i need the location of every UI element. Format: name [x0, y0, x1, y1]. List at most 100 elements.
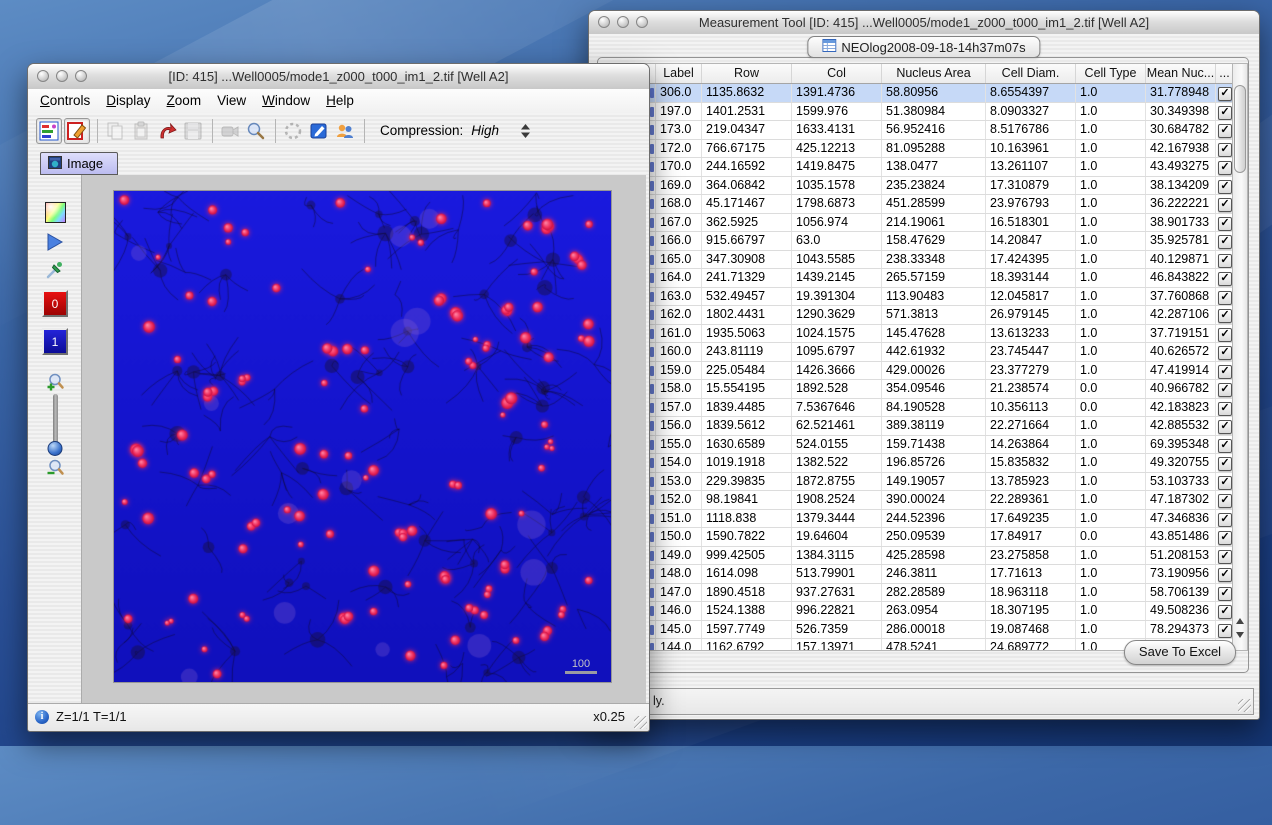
column-header[interactable]: Cell Diam. — [986, 64, 1076, 83]
table-cell[interactable]: 170.0 — [656, 158, 702, 176]
close-button[interactable] — [598, 16, 610, 28]
column-header[interactable]: Mean Nuc... — [1146, 64, 1216, 83]
table-row[interactable]: 145.01597.7749526.7359286.0001819.087468… — [601, 621, 1247, 640]
table-cell[interactable]: 1135.8632 — [702, 84, 792, 102]
table-cell[interactable]: 238.33348 — [882, 251, 986, 269]
row-checkbox[interactable]: ✓ — [1218, 235, 1232, 249]
table-row[interactable]: 150.01590.782219.64604250.0953917.849170… — [601, 528, 1247, 547]
vertical-scrollbar[interactable] — [1232, 64, 1247, 650]
table-cell[interactable]: 1019.1918 — [702, 454, 792, 472]
table-cell[interactable]: 149.19057 — [882, 473, 986, 491]
resize-grip[interactable] — [1238, 699, 1251, 712]
table-cell[interactable]: 17.649235 — [986, 510, 1076, 528]
row-checkbox[interactable]: ✓ — [1218, 143, 1232, 157]
table-cell[interactable]: 532.49457 — [702, 288, 792, 306]
edit-icon[interactable] — [307, 119, 331, 143]
scroll-up-arrow[interactable] — [1236, 618, 1244, 624]
row-checkbox[interactable]: ✓ — [1218, 106, 1232, 120]
table-cell[interactable]: 49.320755 — [1146, 454, 1216, 472]
table-row[interactable]: 149.0999.425051384.3115425.2859823.27585… — [601, 547, 1247, 566]
resize-grip[interactable] — [634, 716, 647, 729]
row-checkbox[interactable]: ✓ — [1218, 198, 1232, 212]
table-row[interactable]: 160.0243.811191095.6797442.6193223.74544… — [601, 343, 1247, 362]
table-row[interactable]: 155.01630.6589524.0155159.7143814.263864… — [601, 436, 1247, 455]
table-row[interactable]: 159.0225.054841426.3666429.0002623.37727… — [601, 362, 1247, 381]
table-cell[interactable]: 23.275858 — [986, 547, 1076, 565]
table-cell[interactable]: 364.06842 — [702, 177, 792, 195]
undo-icon[interactable] — [155, 119, 179, 143]
table-cell[interactable]: 17.84917 — [986, 528, 1076, 546]
table-cell[interactable]: 173.0 — [656, 121, 702, 139]
table-cell[interactable]: 1630.6589 — [702, 436, 792, 454]
table-cell[interactable]: 46.843822 — [1146, 269, 1216, 287]
table-cell[interactable]: 40.626572 — [1146, 343, 1216, 361]
table-cell[interactable]: 1590.7822 — [702, 528, 792, 546]
table-cell[interactable]: 7.5367646 — [792, 399, 882, 417]
menu-help[interactable]: Help — [318, 89, 362, 113]
table-cell[interactable]: 1.0 — [1076, 84, 1146, 102]
table-cell[interactable]: 1162.6792 — [702, 639, 792, 651]
menu-zoom[interactable]: Zoom — [159, 89, 210, 113]
table-cell[interactable]: 265.57159 — [882, 269, 986, 287]
row-checkbox[interactable]: ✓ — [1218, 420, 1232, 434]
users-icon[interactable] — [333, 119, 357, 143]
table-cell[interactable]: 1.0 — [1076, 214, 1146, 232]
column-header[interactable]: Row — [702, 64, 792, 83]
table-cell[interactable]: 144.0 — [656, 639, 702, 651]
table-row[interactable]: 154.01019.19181382.522196.8572615.835832… — [601, 454, 1247, 473]
table-cell[interactable]: 1.0 — [1076, 565, 1146, 583]
table-cell[interactable]: 1.0 — [1076, 343, 1146, 361]
column-header[interactable]: Cell Type — [1076, 64, 1146, 83]
table-cell[interactable]: 152.0 — [656, 491, 702, 509]
table-cell[interactable]: 263.0954 — [882, 602, 986, 620]
zoom-slider-track[interactable] — [53, 394, 58, 452]
save-to-excel-button[interactable]: Save To Excel — [1124, 640, 1236, 665]
table-cell[interactable]: 145.47628 — [882, 325, 986, 343]
table-cell[interactable]: 1.0 — [1076, 602, 1146, 620]
table-cell[interactable]: 1118.838 — [702, 510, 792, 528]
table-cell[interactable]: 243.81119 — [702, 343, 792, 361]
table-cell[interactable]: 35.925781 — [1146, 232, 1216, 250]
close-button[interactable] — [37, 70, 49, 82]
table-cell[interactable]: 1.0 — [1076, 269, 1146, 287]
table-cell[interactable]: 37.719151 — [1146, 325, 1216, 343]
table-cell[interactable]: 163.0 — [656, 288, 702, 306]
table-cell[interactable]: 1614.098 — [702, 565, 792, 583]
table-cell[interactable]: 148.0 — [656, 565, 702, 583]
row-checkbox[interactable]: ✓ — [1218, 568, 1232, 582]
table-cell[interactable]: 47.346836 — [1146, 510, 1216, 528]
table-cell[interactable]: 347.30908 — [702, 251, 792, 269]
table-cell[interactable]: 98.19841 — [702, 491, 792, 509]
table-cell[interactable]: 62.521461 — [792, 417, 882, 435]
table-cell[interactable]: 1419.8475 — [792, 158, 882, 176]
table-cell[interactable]: 1379.3444 — [792, 510, 882, 528]
table-cell[interactable]: 78.294373 — [1146, 621, 1216, 639]
table-cell[interactable]: 31.778948 — [1146, 84, 1216, 102]
row-checkbox[interactable]: ✓ — [1218, 531, 1232, 545]
table-row[interactable]: 156.01839.561262.521461389.3811922.27166… — [601, 417, 1247, 436]
table-cell[interactable]: 1.0 — [1076, 473, 1146, 491]
table-cell[interactable]: 1798.6873 — [792, 195, 882, 213]
scroll-down-arrow[interactable] — [1236, 632, 1244, 638]
table-cell[interactable]: 354.09546 — [882, 380, 986, 398]
table-cell[interactable]: 51.208153 — [1146, 547, 1216, 565]
table-cell[interactable]: 159.71438 — [882, 436, 986, 454]
table-cell[interactable]: 43.851486 — [1146, 528, 1216, 546]
table-cell[interactable]: 1524.1388 — [702, 602, 792, 620]
table-cell[interactable]: 16.518301 — [986, 214, 1076, 232]
table-cell[interactable]: 14.263864 — [986, 436, 1076, 454]
table-cell[interactable]: 18.307195 — [986, 602, 1076, 620]
table-cell[interactable]: 166.0 — [656, 232, 702, 250]
table-cell[interactable]: 0.0 — [1076, 528, 1146, 546]
measurement-titlebar[interactable]: Measurement Tool [ID: 415] ...Well0005/m… — [589, 11, 1259, 35]
table-cell[interactable]: 162.0 — [656, 306, 702, 324]
table-cell[interactable]: 42.885532 — [1146, 417, 1216, 435]
table-cell[interactable]: 42.167938 — [1146, 140, 1216, 158]
table-row[interactable]: 151.01118.8381379.3444244.5239617.649235… — [601, 510, 1247, 529]
menu-view[interactable]: View — [209, 89, 254, 113]
channel-1-button[interactable]: 1 — [32, 328, 78, 355]
table-cell[interactable]: 45.171467 — [702, 195, 792, 213]
table-cell[interactable]: 19.391304 — [792, 288, 882, 306]
table-cell[interactable]: 159.0 — [656, 362, 702, 380]
table-cell[interactable]: 1839.4485 — [702, 399, 792, 417]
